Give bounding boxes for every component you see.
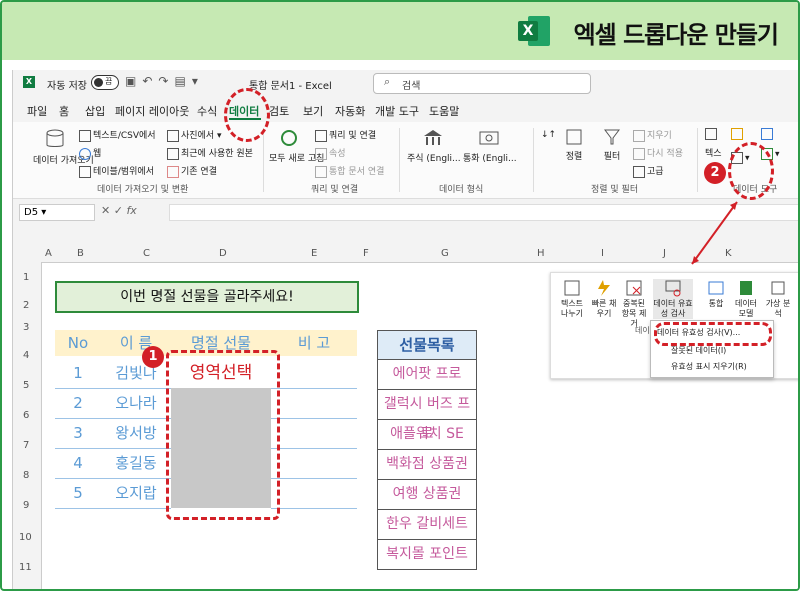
screenshot-frame: X 엑셀 드롭다운 만들기 X 자동 저장 끔 ▣↶↷▤▾ 통합 문서1 - E… [0, 0, 800, 591]
callout-arrow [691, 201, 738, 265]
